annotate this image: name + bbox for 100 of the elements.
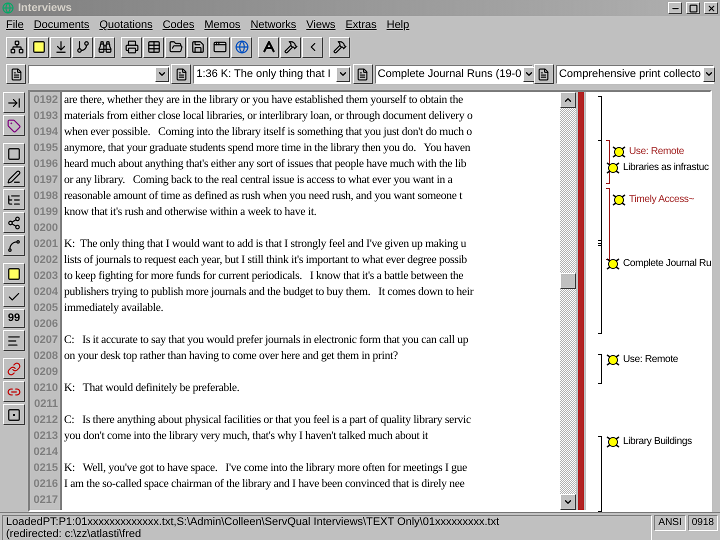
maximize-icon (688, 4, 698, 12)
tool-button[interactable] (3, 212, 25, 233)
menu-item[interactable]: Memos (204, 16, 240, 34)
maximize-button[interactable] (686, 2, 700, 14)
printer-icon (124, 40, 138, 54)
text-line: heard much about anything that's either any sort of issues that people have much with the lib (64, 157, 466, 172)
list-icon (7, 192, 21, 206)
line-number: 0215 (32, 461, 59, 476)
link-icon (7, 362, 21, 376)
import-icon (54, 40, 68, 54)
toolbar-button[interactable] (6, 36, 27, 58)
text-line: are there, whether they are in the library or you have established them yourself to obtain the (64, 93, 463, 108)
tool-button[interactable] (3, 263, 25, 284)
code-label[interactable]: Libraries as infrastuc (623, 160, 709, 175)
close-icon (706, 4, 716, 12)
code-icon (606, 434, 620, 448)
line-number: 0192 (32, 93, 59, 108)
code-label[interactable]: Use: Remote (629, 144, 684, 159)
line-number: 0212 (32, 413, 59, 428)
text-line: when ever possible. Coming into the library itself is something that you just don't do much o (64, 125, 472, 140)
text-line: you don't come into the library very much, that's why I haven't talked much about it (64, 429, 428, 444)
toolbar-button[interactable] (209, 36, 230, 58)
toolbar-button[interactable] (50, 36, 71, 58)
scrollbar[interactable] (560, 92, 576, 510)
toolbar-button[interactable] (329, 36, 350, 58)
menu-item[interactable]: Help (386, 16, 410, 34)
line-number: 0216 (32, 477, 59, 492)
line-number: 0217 (32, 493, 59, 508)
dropdown[interactable]: Comprehensive print collecto (556, 64, 714, 84)
dropdown[interactable] (28, 64, 170, 84)
pen-icon (7, 170, 21, 184)
code-label[interactable]: Timely Access~ (629, 192, 694, 207)
code-label[interactable]: Use: Remote (623, 352, 678, 367)
text-line: C: Is it accurate to say that you would prefer journals in electronic form that you can call up (64, 333, 468, 348)
minimize-button[interactable] (668, 2, 682, 14)
tool-button[interactable] (3, 381, 25, 402)
menu-item[interactable]: File (6, 16, 24, 34)
text-line: to keep fighting for more funds for current periodicals. I know that it's a battle between the (64, 269, 464, 284)
status-text: (redirected: c:\zz\atlasti\fred (6, 528, 142, 540)
menu-item[interactable]: Documents (34, 16, 90, 34)
line-number: 0209 (32, 365, 59, 380)
toolbar-button[interactable] (302, 36, 323, 58)
network-icon (10, 40, 24, 54)
menu-item[interactable]: Networks (250, 16, 296, 34)
line-number: 0196 (32, 157, 59, 172)
tool-button[interactable] (3, 92, 25, 113)
dropdown[interactable]: Complete Journal Runs (19-0 (374, 64, 533, 84)
line-number: 0210 (32, 381, 59, 396)
toolbar-button[interactable] (165, 36, 186, 58)
tool-button[interactable] (3, 115, 25, 136)
tool-button[interactable] (3, 235, 25, 256)
line-number: 0195 (32, 141, 59, 156)
tool-button[interactable] (3, 358, 25, 379)
list-button[interactable] (352, 64, 373, 84)
toolbar-button[interactable] (28, 36, 49, 58)
toolbar-button[interactable] (187, 36, 208, 58)
toolbar-button[interactable] (121, 36, 142, 58)
line-number: 0201 (32, 237, 59, 252)
tool-button[interactable] (3, 404, 25, 425)
line-number: 0211 (33, 397, 59, 412)
tool-button[interactable] (3, 286, 25, 307)
menu-item[interactable]: Extras (345, 16, 377, 34)
document-icon (10, 68, 22, 80)
code-label[interactable]: Library Buildings (623, 434, 692, 449)
tool-button[interactable] (3, 143, 25, 164)
toolbar-button[interactable] (72, 36, 93, 58)
toolbar-button[interactable] (94, 36, 115, 58)
text-line: lists of journals to request each year, but I still think it's important to what ever degree possib (64, 253, 467, 268)
menu-item[interactable]: Quotations (99, 16, 153, 34)
list-button[interactable] (534, 64, 554, 84)
tool-button[interactable] (3, 330, 25, 351)
line-number: 0198 (32, 189, 59, 204)
text-line: immediately available. (64, 301, 164, 316)
line-number: 0206 (32, 317, 59, 332)
hammer-icon (332, 40, 346, 54)
code-icon (606, 160, 620, 174)
quote-button[interactable]: 99 (3, 309, 25, 328)
font-button[interactable] (258, 36, 279, 58)
tool-button[interactable] (3, 166, 25, 187)
position-indicator: 0918 (688, 515, 718, 531)
text-line: K: Well, you've got to have space. I've come into the library more often for meetings I gue (64, 461, 468, 476)
menu-item[interactable]: Codes (162, 16, 194, 34)
tool-button[interactable] (3, 189, 25, 210)
toolbar-button[interactable] (231, 36, 252, 58)
text-line: or any library. Coming back to the real central issue is access to what ever you want in a (64, 173, 453, 188)
toolbar-button[interactable] (280, 36, 301, 58)
toolbar-button[interactable] (143, 36, 164, 58)
line-number: 0205 (32, 301, 59, 316)
code-icon (612, 192, 626, 206)
scroll-thumb[interactable] (560, 273, 576, 289)
status-text: LoadedPT:P1:01xxxxxxxxxxxxx.txt,S:\Admin\Colleen\ServQual Interviews\TEXT Only\01xxxxxxxxx.txt (6, 516, 500, 528)
text-line: K: That would definitely be preferable. (64, 381, 240, 396)
document-icon (537, 68, 550, 80)
list-button[interactable] (6, 64, 26, 84)
code-label[interactable]: Complete Journal Ru (623, 256, 712, 271)
menu-item[interactable]: Views (306, 16, 336, 34)
list-button[interactable] (171, 64, 192, 84)
close-button[interactable] (704, 2, 718, 14)
dropdown[interactable]: 1:36 K: The only thing that I (193, 64, 352, 84)
splitter-bar[interactable] (576, 92, 586, 510)
